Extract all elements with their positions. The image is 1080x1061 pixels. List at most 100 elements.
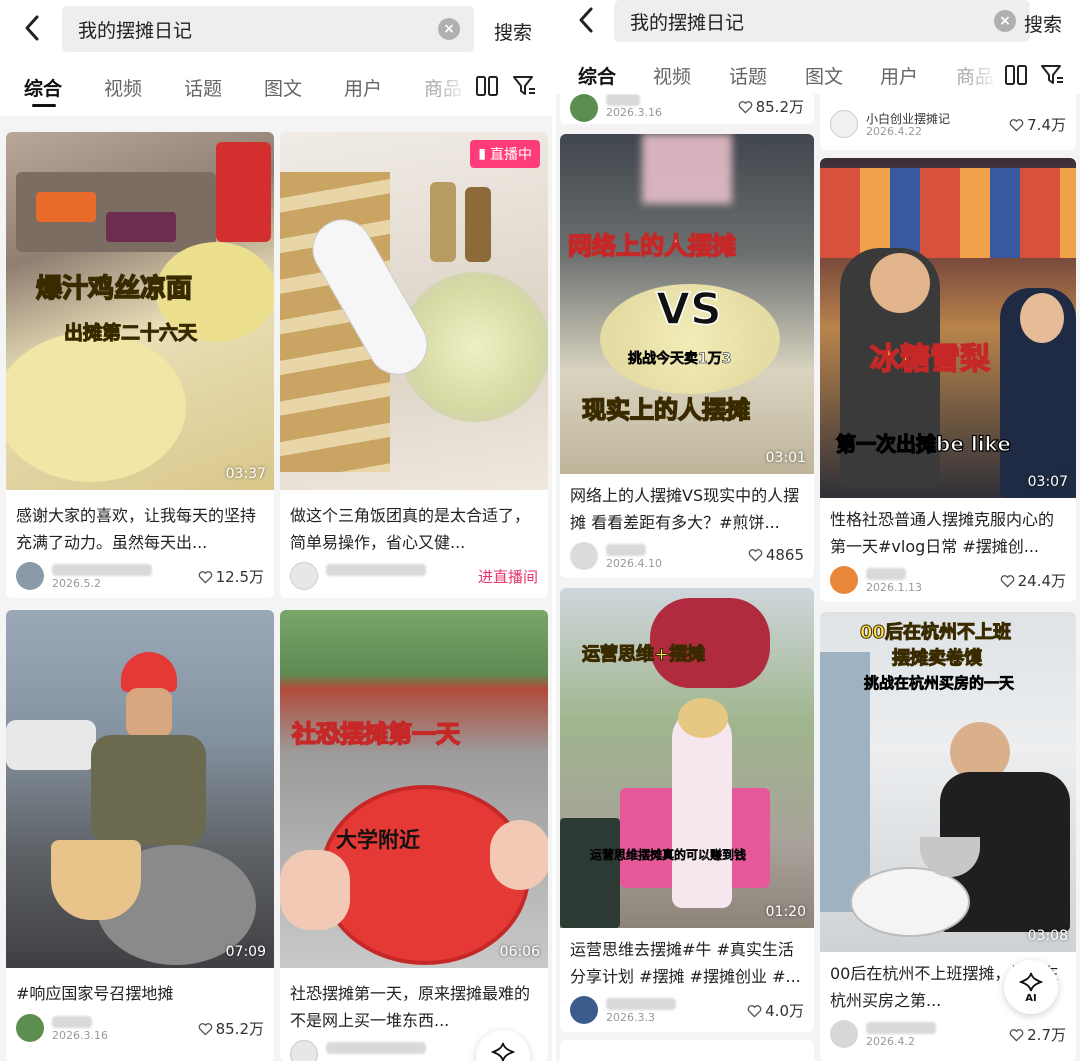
red-containers — [216, 142, 271, 242]
filter-icon[interactable] — [1040, 63, 1064, 87]
video-card[interactable]: 运营思维+摆摊 运营思维摆摊真的可以赚到钱 01:20 运营思维去摆摊#牛 #真… — [560, 588, 814, 1032]
like-count[interactable]: 85.2万 — [198, 1018, 264, 1039]
card-title[interactable]: 运营思维去摆摊#牛 #真实生活分享计划 #摆摊 #摆摊创业 #... — [570, 936, 804, 990]
tab-image-text[interactable]: 图文 — [264, 74, 302, 101]
window-buildings — [820, 652, 870, 912]
card-title[interactable]: 性格社恐普通人摆摊克服内心的第一天#vlog日常 #摆摊创... — [830, 506, 1066, 560]
card-title[interactable]: 做这个三角饭团真的是太合适了，简单易操作，省心又健... — [290, 502, 538, 556]
back-button[interactable] — [568, 2, 604, 38]
video-thumbnail[interactable]: ▮ 直播中 — [280, 132, 548, 490]
author-name-blurred — [866, 1022, 936, 1034]
partial-card[interactable]: 2026.3.16 85.2万 — [560, 94, 814, 124]
video-card[interactable]: 07:09 #响应国家号召摆地摊 2026.3.16 85.2万 — [6, 610, 274, 1061]
screenshot-collage: 我的摆摊日记 × 搜索 综合 视频 话题 图文 用户 商品 — [0, 0, 1080, 1061]
video-duration: 07:09 — [225, 944, 266, 960]
video-duration: 03:07 — [1027, 474, 1068, 490]
like-count[interactable]: 85.2万 — [738, 96, 804, 117]
video-overlay-title: 00后在杭州不上班 — [859, 622, 1012, 644]
tab-topic[interactable]: 话题 — [184, 74, 222, 101]
heart-icon — [198, 570, 212, 584]
like-count[interactable]: 4.0万 — [747, 1000, 804, 1021]
partial-card[interactable] — [560, 1040, 814, 1061]
tab-comprehensive[interactable]: 综合 — [24, 74, 62, 101]
search-query: 我的摆摊日记 — [78, 19, 193, 42]
heart-icon — [747, 1004, 762, 1018]
right-screen: 我的摆摊日记 × 搜索 综合 视频 话题 图文 用户 商品 2026.3.16 … — [556, 0, 1080, 1061]
like-count-value: 7.4万 — [1027, 116, 1066, 134]
ai-assistant-button[interactable]: AI — [1004, 960, 1058, 1014]
cabbage-tray — [106, 212, 176, 242]
avatar[interactable] — [570, 996, 598, 1024]
video-thumbnail[interactable]: 运营思维+摆摊 运营思维摆摊真的可以赚到钱 01:20 — [560, 588, 814, 928]
card-meta: 2026.3.16 85.2万 — [570, 94, 804, 124]
card-title[interactable]: 网络上的人摆摊VS现实中的人摆摊 看看差距有多大？#煎饼... — [570, 482, 804, 536]
like-count[interactable]: 2.7万 — [1009, 1024, 1066, 1045]
card-meta: 2026.3.16 85.2万 — [16, 1014, 264, 1044]
video-thumbnail[interactable]: 冰糖雪梨 第一次出摊be like 03:07 — [820, 158, 1076, 498]
search-button[interactable]: 搜索 — [1024, 10, 1062, 37]
avatar[interactable] — [16, 562, 44, 590]
tab-bar: 综合 视频 话题 图文 用户 商品 — [0, 60, 552, 116]
search-input[interactable]: 我的摆摊日记 × — [62, 6, 474, 52]
tab-video[interactable]: 视频 — [104, 74, 142, 101]
filter-icon[interactable] — [512, 74, 536, 98]
video-duration: 03:37 — [225, 466, 266, 482]
video-overlay-subtitle: 现实上的人摆摊 — [581, 395, 751, 425]
like-count[interactable]: 12.5万 — [198, 566, 264, 587]
back-button[interactable] — [14, 10, 50, 46]
tab-comprehensive[interactable]: 综合 — [578, 62, 616, 89]
avatar[interactable] — [290, 1040, 318, 1061]
card-title[interactable]: 感谢大家的喜欢，让我每天的坚持充满了动力。虽然每天出... — [16, 502, 264, 556]
hand-left — [280, 850, 350, 930]
tab-underline — [32, 104, 56, 107]
video-thumbnail[interactable]: 爆汁鸡丝凉面 出摊第二十六天 03:37 — [6, 132, 274, 490]
video-overlay-subtitle: 摆摊卖卷馍 — [892, 648, 983, 670]
enter-live-link[interactable]: 进直播间 — [478, 566, 538, 587]
layout-toggle-icon[interactable] — [1004, 63, 1028, 87]
heart-icon — [1000, 574, 1014, 588]
avatar[interactable] — [570, 542, 598, 570]
video-card[interactable]: 社恐摆摊第一天 大学附近 06:06 社恐摆摊第一天，原来摆摊最难的不是网上买一… — [280, 610, 548, 1061]
post-date: 2026.5.2 — [52, 577, 101, 590]
video-card[interactable]: 爆汁鸡丝凉面 出摊第二十六天 03:37 感谢大家的喜欢，让我每天的坚持充满了动… — [6, 132, 274, 598]
video-overlay-title: 冰糖雪梨 — [869, 341, 991, 378]
tab-user[interactable]: 用户 — [344, 74, 382, 101]
girl-dress — [672, 708, 732, 908]
avatar[interactable] — [16, 1014, 44, 1042]
search-input[interactable]: 我的摆摊日记 × — [614, 0, 1030, 42]
search-button[interactable]: 搜索 — [494, 18, 532, 45]
clear-icon[interactable]: × — [994, 10, 1016, 32]
avatar[interactable] — [830, 566, 858, 594]
card-title[interactable]: 社恐摆摊第一天，原来摆摊最难的不是网上买一堆东西... — [290, 980, 538, 1034]
card-title[interactable]: #响应国家号召摆地摊 — [16, 980, 264, 1007]
like-count[interactable]: 24.4万 — [1000, 570, 1066, 591]
post-date: 2026.3.3 — [606, 1011, 655, 1024]
tab-video[interactable]: 视频 — [653, 62, 691, 89]
tab-topic[interactable]: 话题 — [729, 62, 767, 89]
video-card[interactable]: 冰糖雪梨 第一次出摊be like 03:07 性格社恐普通人摆摊克服内心的第一… — [820, 158, 1076, 602]
like-count[interactable]: 4865 — [748, 546, 804, 564]
avatar[interactable] — [290, 562, 318, 590]
avatar[interactable] — [570, 94, 598, 122]
avatar[interactable] — [830, 110, 858, 138]
like-count-value: 4865 — [765, 546, 804, 564]
clear-icon[interactable]: × — [438, 18, 460, 40]
video-thumbnail[interactable]: 社恐摆摊第一天 大学附近 06:06 — [280, 610, 548, 968]
tab-user[interactable]: 用户 — [880, 62, 918, 89]
video-thumbnail[interactable]: 00后在杭州不上班 摆摊卖卷馍 挑战在杭州买房的一天 03:08 — [820, 612, 1076, 952]
hard-hat — [121, 652, 177, 692]
person-right-face — [1020, 293, 1064, 343]
partial-card[interactable]: 小白创业摆摊记 2026.4.22 7.4万 — [820, 94, 1076, 150]
card-meta: 进直播间 — [290, 562, 538, 592]
avatar[interactable] — [830, 1020, 858, 1048]
tab-image-text[interactable]: 图文 — [805, 62, 843, 89]
layout-toggle-icon[interactable] — [475, 74, 499, 98]
ai-label: AI — [1025, 992, 1037, 1004]
video-thumbnail[interactable]: 07:09 — [6, 610, 274, 968]
author-name-blurred — [606, 544, 646, 556]
live-card[interactable]: ▮ 直播中 做这个三角饭团真的是太合适了，简单易操作，省心又健... 进直播间 — [280, 132, 548, 598]
video-card[interactable]: 网络上的人摆摊 VS 挑战今天卖1万3 现实上的人摆摊 03:01 网络上的人摆… — [560, 134, 814, 578]
like-count[interactable]: 7.4万 — [1009, 114, 1066, 135]
video-thumbnail[interactable]: 网络上的人摆摊 VS 挑战今天卖1万3 现实上的人摆摊 03:01 — [560, 134, 814, 474]
person-left-face — [870, 253, 930, 313]
